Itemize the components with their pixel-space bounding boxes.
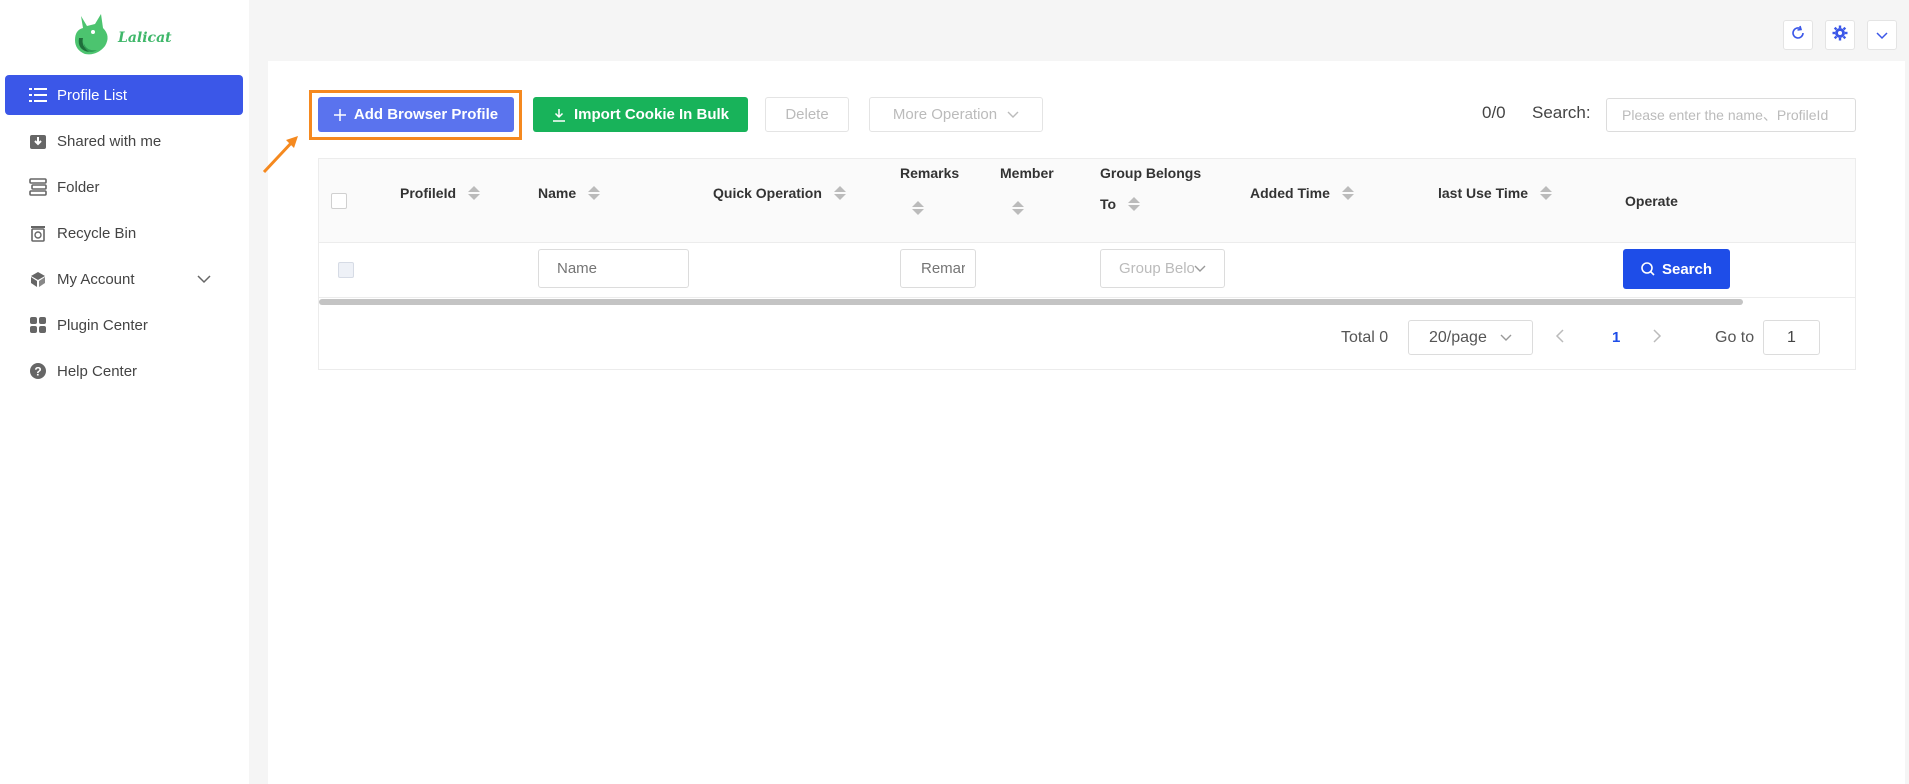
sidebar-item-my-account[interactable]: My Account [5,259,243,299]
chevron-down-icon [1876,27,1888,44]
sidebar-item-help-center[interactable]: ? Help Center [5,351,243,391]
sort-icon[interactable] [468,186,481,200]
col-operate: Operate [1625,193,1678,209]
logo-text: Lalicat [118,30,172,46]
button-label: Import Cookie In Bulk [573,106,729,123]
main-panel: Add Browser Profile Import Cookie In Bul… [268,61,1905,784]
more-operation-dropdown[interactable]: More Operation [869,97,1043,132]
chevron-down-icon[interactable] [197,271,211,288]
sort-icon[interactable] [588,186,601,200]
top-toolbar [1783,20,1897,50]
sidebar-item-label: Help Center [57,362,138,380]
sidebar-item-label: Folder [57,178,100,196]
folder-stack-icon [29,178,47,196]
sidebar-item-folder[interactable]: Folder [5,167,243,207]
select-all-checkbox[interactable] [331,193,347,209]
sidebar-item-label: Shared with me [57,132,162,150]
sidebar-item-label: My Account [57,270,135,288]
sidebar-item-label: Profile List [57,86,128,104]
sidebar: Lalicat Profile List Shared with me Fold… [0,0,249,784]
sidebar-item-profile-list[interactable]: Profile List [5,75,243,115]
grid-icon [29,316,47,334]
svg-text:?: ? [34,365,41,379]
sidebar-nav: Profile List Shared with me Folder Recyc… [5,75,243,397]
sort-icon[interactable] [833,186,846,200]
col-last-use-time[interactable]: last Use Time [1438,185,1553,201]
settings-button[interactable] [1825,20,1855,50]
sort-icon[interactable] [912,201,924,215]
col-member[interactable]: Member [1000,165,1054,215]
plus-icon [333,108,346,121]
delete-button[interactable]: Delete [765,97,849,132]
profile-toolbar: Add Browser Profile Import Cookie In Bul… [268,61,1905,171]
sidebar-item-label: Recycle Bin [57,224,137,242]
sort-icon[interactable] [1128,197,1141,211]
remarks-filter-input[interactable] [900,249,976,288]
page-size-select[interactable]: 20/page [1408,320,1533,355]
next-page-icon[interactable] [1652,327,1662,348]
chevron-down-icon [1007,111,1019,119]
recycle-bin-icon [29,224,47,242]
button-label: Add Browser Profile [353,106,499,123]
download-box-icon [29,132,47,150]
filter-row: Group Belongs To Search [319,243,1855,298]
button-label: More Operation [892,106,998,123]
col-name[interactable]: Name [538,185,601,201]
total-count: Total 0 [1341,329,1389,346]
user-menu-button[interactable] [1867,20,1897,50]
list-icon [29,86,47,104]
name-filter-input[interactable] [538,249,689,288]
lalicat-logo: Lalicat [73,10,173,60]
chevron-down-icon [1194,260,1206,277]
sidebar-item-shared-with-me[interactable]: Shared with me [5,121,243,161]
horizontal-scrollbar[interactable] [319,299,1743,305]
sidebar-item-recycle-bin[interactable]: Recycle Bin [5,213,243,253]
col-remarks[interactable]: Remarks [900,165,959,215]
import-cookie-button[interactable]: Import Cookie In Bulk [533,97,748,132]
refresh-button[interactable] [1783,20,1813,50]
prev-page-icon[interactable] [1555,327,1565,348]
sort-icon[interactable] [1540,186,1553,200]
row-checkbox [338,262,354,278]
table-header: ProfileId Name Quick Operation Remarks M… [319,159,1855,243]
goto-label: Go to [1715,329,1755,346]
pagination: Total 0 20/page 1 Go to [319,319,1855,359]
profile-count: 0/0 [1482,103,1506,122]
add-browser-profile-button[interactable]: Add Browser Profile [318,97,514,132]
sidebar-item-label: Plugin Center [57,316,148,334]
sort-icon[interactable] [1341,186,1354,200]
col-group[interactable]: Group Belongs To [1100,165,1201,212]
search-button[interactable]: Search [1623,249,1730,289]
sidebar-item-plugin-center[interactable]: Plugin Center [5,305,243,345]
search-label: Search: [1532,103,1591,122]
settings-icon [1832,25,1848,45]
button-label: Delete [785,106,829,123]
chevron-down-icon [1500,329,1512,347]
search-input[interactable] [1606,98,1856,132]
account-cubes-icon [29,270,47,288]
page-number[interactable]: 1 [1612,329,1620,346]
download-icon [552,108,566,122]
help-icon: ? [29,362,47,380]
annotation-arrow [262,132,302,178]
search-icon [1641,262,1655,276]
col-quick-operation[interactable]: Quick Operation [713,185,846,201]
profile-table: ProfileId Name Quick Operation Remarks M… [318,158,1856,370]
sort-icon[interactable] [1012,201,1024,215]
col-added-time[interactable]: Added Time [1250,185,1354,201]
group-filter-select[interactable]: Group Belongs To [1100,249,1225,288]
goto-page-input[interactable] [1763,320,1820,355]
refresh-icon [1790,25,1806,45]
col-profileid[interactable]: ProfileId [400,185,481,201]
